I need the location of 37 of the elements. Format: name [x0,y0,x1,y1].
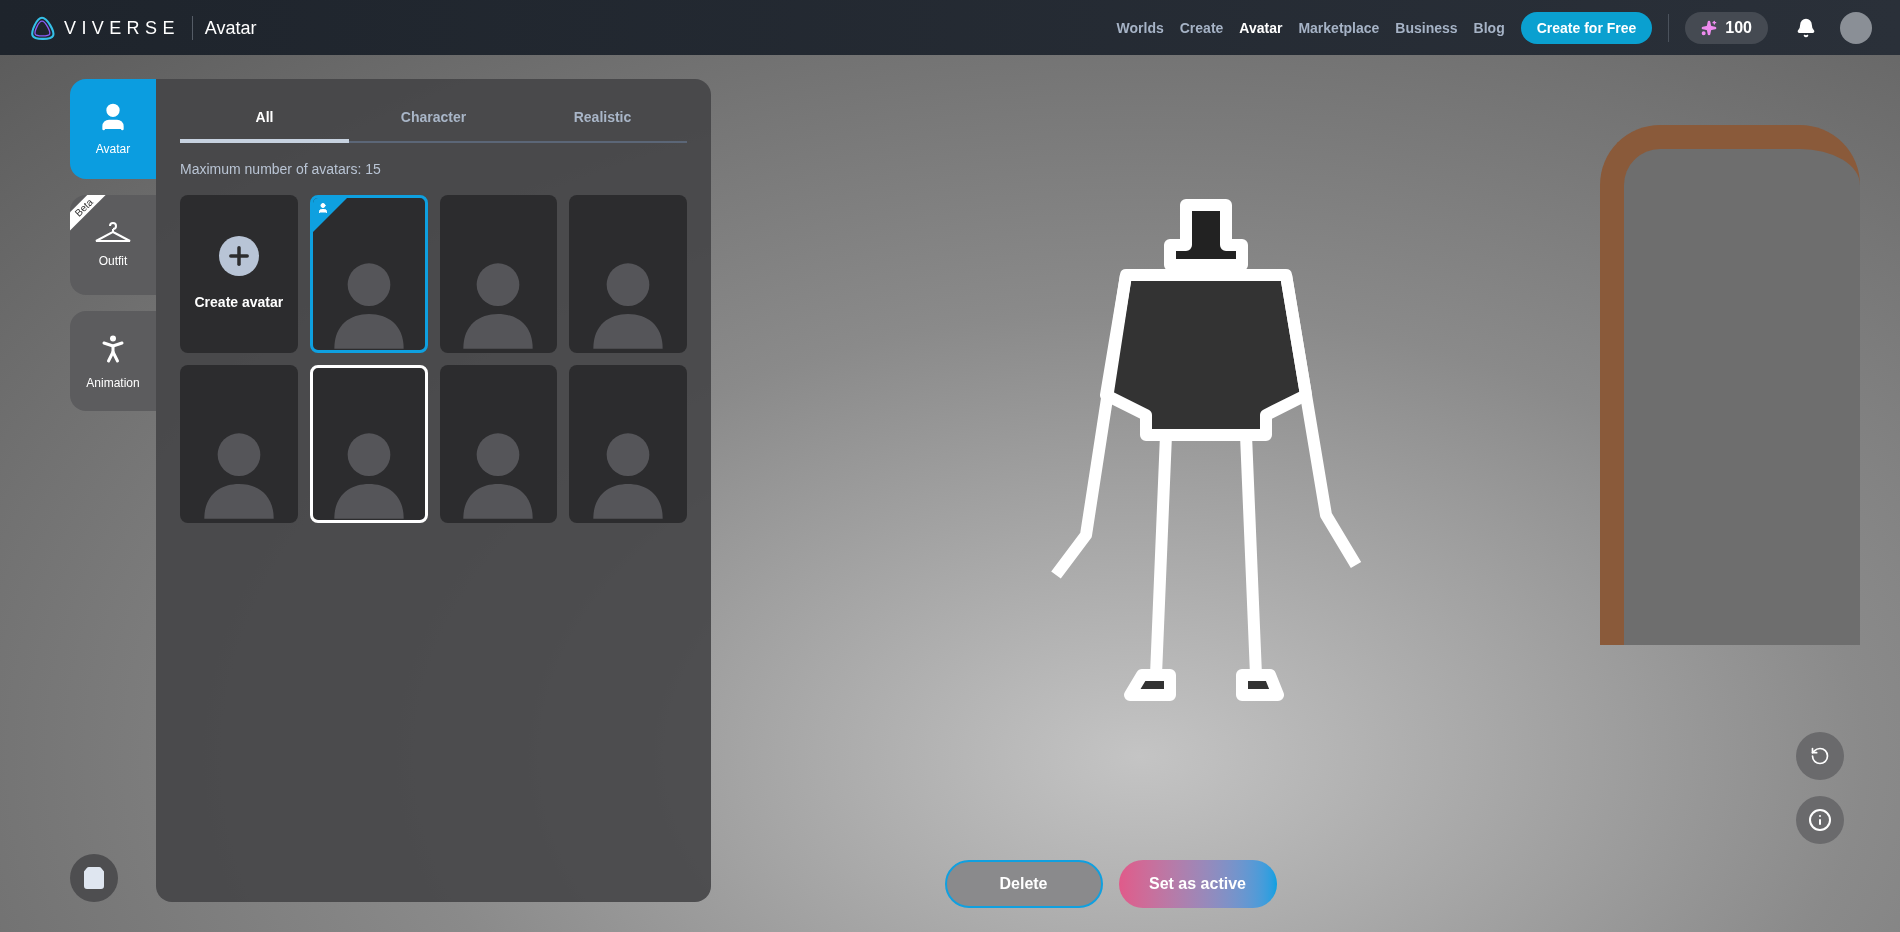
avatar-thumbnail[interactable] [180,365,298,523]
create-avatar-tile[interactable]: Create avatar [180,195,298,353]
avatar-thumbnail[interactable] [569,195,687,353]
credits-count: 100 [1725,17,1752,38]
store-bag-button[interactable] [70,854,118,902]
avatar-limit-text: Maximum number of avatars: 15 [180,160,382,179]
side-tab[interactable]: Animation [70,311,156,411]
category-tab[interactable]: All [180,107,349,143]
info-icon [1808,808,1832,832]
person-icon [316,202,329,214]
avatar-thumbnail[interactable] [439,365,558,523]
reset-icon [1810,746,1830,766]
nav-link[interactable]: Business [1395,17,1458,38]
user-avatar[interactable] [1840,11,1872,44]
nav-link[interactable]: Marketplace [1298,17,1380,38]
nav-link[interactable]: Blog [1473,17,1505,38]
avatar-thumbnail[interactable] [569,365,687,523]
info-button[interactable] [1796,796,1844,844]
nav-link[interactable]: Worlds [1116,17,1164,38]
logo-icon [28,15,56,40]
credits-pill[interactable]: 100 [1685,11,1768,44]
avatar-thumbnail[interactable] [439,195,558,353]
side-tab[interactable]: Outfit Beta [70,195,156,295]
delete-button[interactable]: Delete [944,860,1103,908]
section-title: Avatar [204,16,257,40]
nav-link[interactable]: Create [1179,17,1224,38]
active-corner-badge [312,198,347,232]
category-tab[interactable]: Realistic [518,107,687,143]
nav-link[interactable]: Avatar [1239,17,1283,38]
sparkle-icon [1701,19,1718,36]
avatar-thumbnail[interactable] [309,195,428,353]
category-tab[interactable]: Character [349,107,518,143]
reset-view-button[interactable] [1796,732,1844,780]
plus-icon [218,236,259,276]
brand-name: VIVERSE [64,16,180,40]
notification-bell-icon[interactable] [1796,17,1816,38]
hanger-icon [93,221,133,245]
